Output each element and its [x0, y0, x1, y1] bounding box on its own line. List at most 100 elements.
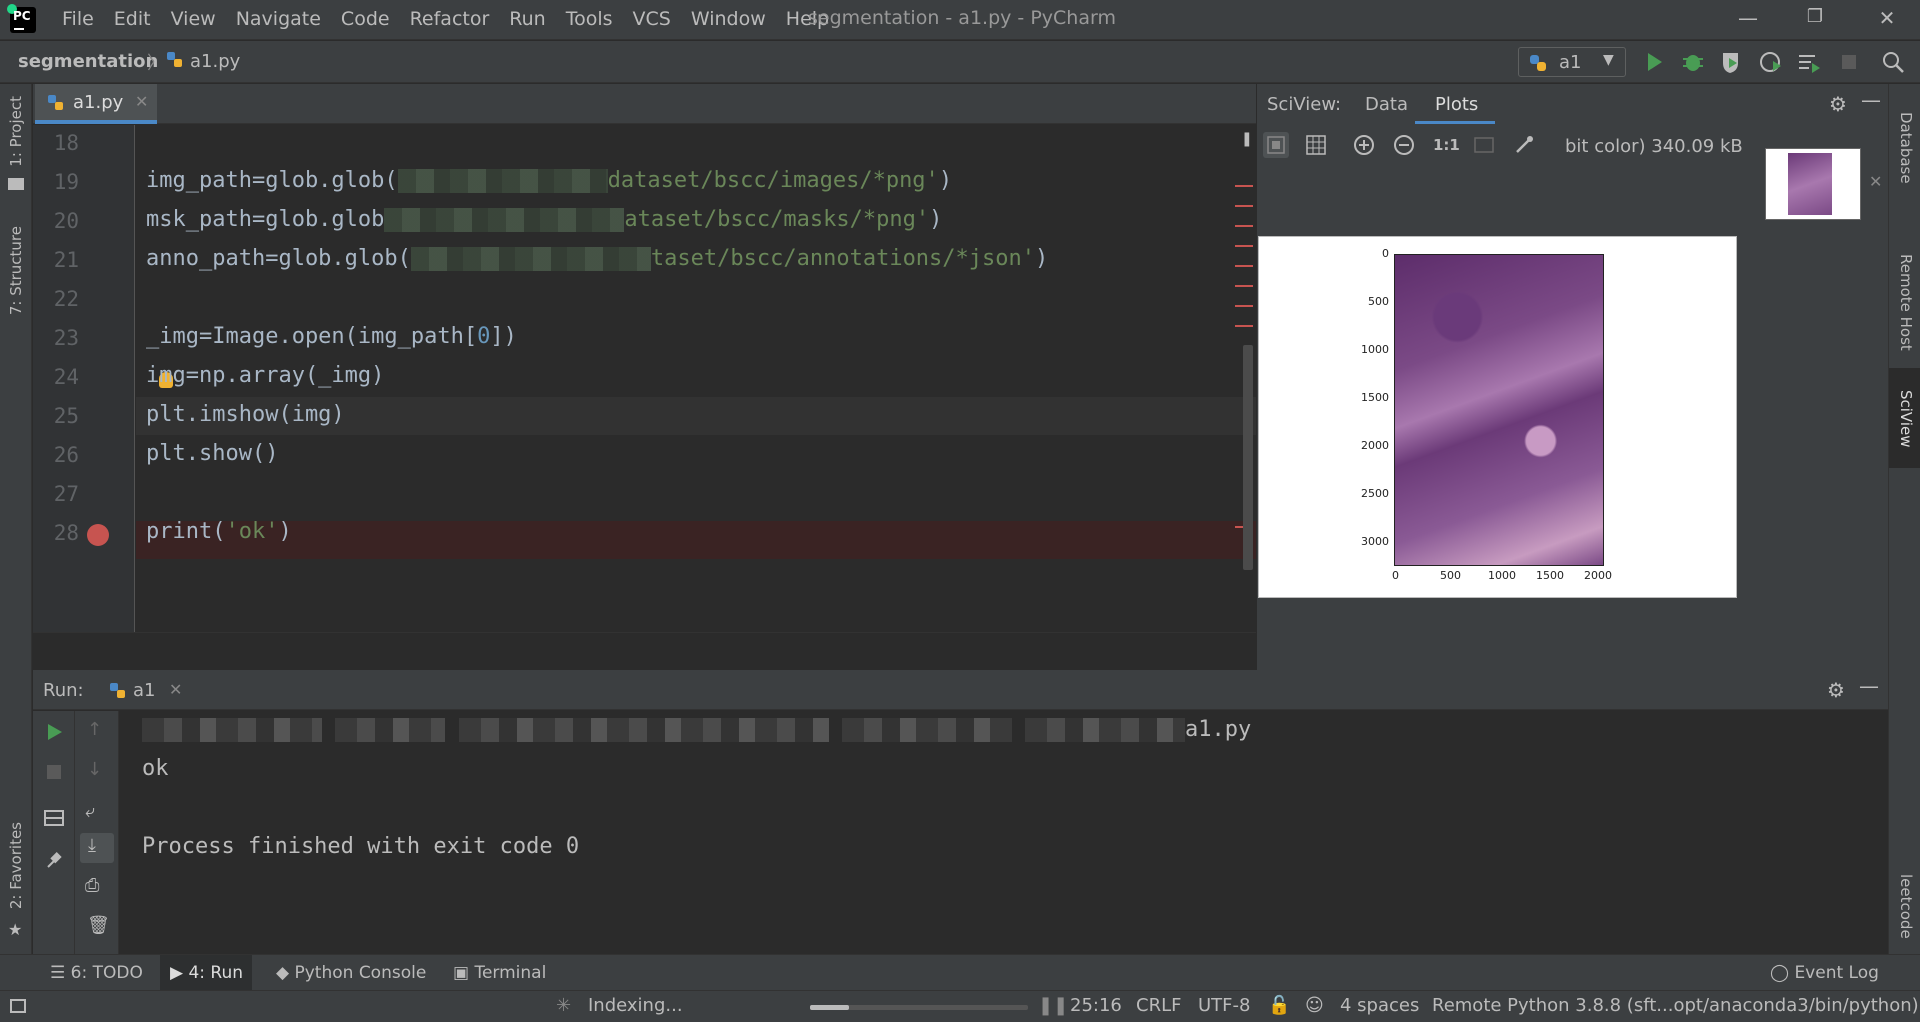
- tab-a1-py[interactable]: a1.py ✕: [35, 84, 157, 124]
- actual-size-button[interactable]: 1:1: [1433, 136, 1460, 154]
- arrow-down-icon[interactable]: ↓: [87, 759, 102, 780]
- zoom-in-icon[interactable]: [1351, 132, 1377, 158]
- tab-data[interactable]: Data: [1365, 94, 1408, 115]
- print-icon[interactable]: ⎙: [85, 875, 99, 896]
- python-file-icon: [166, 51, 184, 74]
- python-interpreter[interactable]: Remote Python 3.8.8 (sft...opt/anaconda3…: [1432, 995, 1919, 1016]
- caret-position[interactable]: 25:16: [1070, 995, 1122, 1016]
- event-log-tool-button[interactable]: ◯ Event Log: [1770, 963, 1879, 983]
- color-picker-icon[interactable]: [1511, 132, 1537, 158]
- todo-tool-button[interactable]: ☰ 6: TODO: [50, 963, 143, 983]
- project-tool-button[interactable]: 1: Project: [7, 96, 25, 167]
- line-number: 22: [53, 287, 79, 311]
- editor-gutter[interactable]: 18 19 20 21 22 23 24 25 26 27 28: [33, 125, 135, 632]
- lock-icon[interactable]: 🔓: [1268, 995, 1290, 1016]
- redacted-path: [397, 169, 608, 193]
- database-tool-button[interactable]: Database: [1897, 112, 1915, 184]
- error-marker[interactable]: [1235, 245, 1253, 247]
- menu-item-run[interactable]: Run: [499, 8, 555, 30]
- menu-item-view[interactable]: View: [161, 8, 226, 30]
- search-icon[interactable]: [1880, 49, 1906, 75]
- terminal-tool-button[interactable]: ▣ Terminal: [453, 963, 546, 983]
- menu-item-navigate[interactable]: Navigate: [226, 8, 331, 30]
- restore-button[interactable]: ❐: [1800, 6, 1830, 34]
- sciview-tool-button[interactable]: SciView: [1897, 390, 1915, 448]
- layout-icon[interactable]: [43, 807, 65, 834]
- debug-icon[interactable]: [1680, 49, 1706, 75]
- code-line: plt.imshow(img): [146, 402, 345, 427]
- error-marker[interactable]: [1235, 285, 1253, 287]
- tab-plots[interactable]: Plots: [1415, 84, 1495, 124]
- file-encoding[interactable]: UTF-8: [1198, 995, 1250, 1016]
- menu-item-refactor[interactable]: Refactor: [400, 8, 500, 30]
- menu-item-code[interactable]: Code: [331, 8, 400, 30]
- editor-scrollbar[interactable]: [1243, 345, 1253, 570]
- error-marker[interactable]: [1235, 205, 1253, 207]
- breadcrumb-file[interactable]: a1.py: [190, 51, 240, 72]
- run-panel-label: Run:: [43, 680, 84, 701]
- fit-zoom-icon[interactable]: [1263, 132, 1289, 158]
- breadcrumb-project[interactable]: segmentation: [18, 51, 158, 72]
- inspector-icon[interactable]: ☺: [1305, 995, 1324, 1016]
- run-tab-a1[interactable]: a1: [133, 680, 155, 701]
- code-editor[interactable]: 18 19 20 21 22 23 24 25 26 27 28 img_path=glob.glo…: [33, 125, 1264, 632]
- plot-image[interactable]: 0 500 1000 1500 2000 2500 3000 0 500 1000 1500 200…: [1258, 236, 1737, 598]
- menu-item-edit[interactable]: Edit: [104, 8, 161, 30]
- menu-item-vcs[interactable]: VCS: [623, 8, 681, 30]
- pause-indexing-icon[interactable]: ❚❚: [1038, 995, 1068, 1016]
- hide-panel-icon[interactable]: —: [1859, 674, 1879, 698]
- code-token: ): [938, 168, 953, 193]
- close-button[interactable]: ✕: [1872, 6, 1902, 34]
- run-icon[interactable]: [1641, 49, 1667, 75]
- structure-tool-button[interactable]: 7: Structure: [7, 226, 25, 315]
- image-background-icon[interactable]: [1471, 132, 1497, 158]
- gear-icon[interactable]: ⚙: [1827, 678, 1845, 702]
- close-tab-icon[interactable]: ✕: [135, 92, 148, 111]
- menu-item-window[interactable]: Window: [681, 8, 776, 30]
- profile-icon[interactable]: [1758, 49, 1784, 75]
- stop-icon[interactable]: [45, 763, 63, 786]
- favorites-tool-button[interactable]: 2: Favorites: [7, 822, 25, 909]
- close-thumbnail-icon[interactable]: ✕: [1869, 172, 1882, 191]
- error-marker[interactable]: [1235, 265, 1253, 267]
- plot-thumbnail[interactable]: [1765, 148, 1861, 220]
- run-toolbar-primary: [33, 711, 75, 954]
- run-with-coverage-icon[interactable]: [1718, 49, 1744, 75]
- arrow-up-icon[interactable]: ↑: [87, 719, 102, 740]
- error-marker[interactable]: [1235, 225, 1253, 227]
- todo-label: 6: TODO: [70, 963, 143, 983]
- hide-panel-icon[interactable]: —: [1861, 88, 1881, 112]
- trash-icon[interactable]: 🗑: [87, 915, 110, 936]
- soft-wrap-icon[interactable]: ⤶: [85, 801, 95, 822]
- minimize-button[interactable]: —: [1733, 6, 1763, 34]
- run-tool-button[interactable]: ▶ 4: Run: [170, 963, 243, 983]
- remote-host-tool-button[interactable]: Remote Host: [1897, 254, 1915, 351]
- error-marker[interactable]: [1235, 305, 1253, 307]
- y-tick-label: 0: [1382, 247, 1389, 260]
- menu-item-file[interactable]: File: [52, 8, 104, 30]
- y-tick-label: 2500: [1361, 487, 1389, 500]
- gear-icon[interactable]: ⚙: [1829, 92, 1847, 116]
- stop-icon[interactable]: [1836, 49, 1862, 75]
- indent-setting[interactable]: 4 spaces: [1340, 995, 1419, 1016]
- y-tick-label: 3000: [1361, 535, 1389, 548]
- toggle-tool-windows-icon[interactable]: [10, 999, 26, 1013]
- concurrency-icon[interactable]: [1796, 49, 1822, 75]
- run-configuration-select[interactable]: a1 ▼: [1518, 47, 1626, 77]
- python-console-tool-button[interactable]: ◆ Python Console: [276, 963, 426, 983]
- rerun-icon[interactable]: [43, 721, 65, 748]
- scroll-to-end-icon[interactable]: ⤓: [80, 833, 114, 863]
- indexing-status[interactable]: Indexing...: [588, 995, 683, 1016]
- breakpoint-icon[interactable]: [87, 524, 109, 546]
- error-marker[interactable]: [1235, 185, 1253, 187]
- close-run-tab-icon[interactable]: ✕: [169, 680, 182, 699]
- run-console-output[interactable]: a1.py ok Process finished with exit code…: [120, 711, 1888, 954]
- code-token: plt.show(): [146, 441, 279, 466]
- zoom-out-icon[interactable]: [1391, 132, 1417, 158]
- menu-item-tools[interactable]: Tools: [556, 8, 623, 30]
- grid-icon[interactable]: [1303, 132, 1329, 158]
- leetcode-tool-button[interactable]: leetcode: [1897, 874, 1915, 939]
- pin-icon[interactable]: [43, 849, 65, 876]
- error-marker[interactable]: [1235, 325, 1253, 327]
- line-separator[interactable]: CRLF: [1136, 995, 1181, 1016]
